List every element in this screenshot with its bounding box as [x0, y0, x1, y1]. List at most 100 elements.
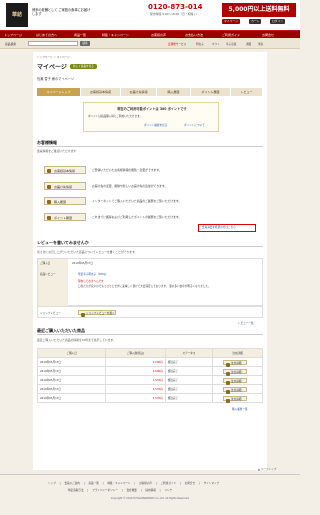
withdraw-link[interactable]: 会員退会を希望の方はこちら	[198, 224, 256, 232]
section-divider	[37, 146, 263, 147]
point-history-button[interactable]: ポイント履歴	[44, 213, 86, 221]
order-status: 発送完了	[164, 384, 214, 394]
purchase-date-label: ご購入日	[40, 262, 51, 265]
search-input[interactable]	[28, 41, 78, 46]
footer-link[interactable]: プライバシーポリシー	[92, 489, 118, 492]
shop-review-label: ショップレビュー	[40, 312, 61, 315]
basic-info-desc: ご登録いただいたお客様情報の閲覧・変更ができます。	[92, 168, 162, 172]
search-label: 商品検索	[5, 42, 17, 46]
page-top-link[interactable]: ▲ ページトップ	[258, 467, 276, 471]
info-lead: 会員情報をご確認いただけます	[37, 149, 77, 153]
order-status: 発送完了	[164, 393, 214, 403]
points-about-link[interactable]: ポイントについて	[184, 123, 205, 127]
tab-delivery[interactable]: お届け先情報	[121, 88, 157, 96]
copyright: Copyright © 2010 FUTAGONAMIKIDS Co.,Ltd.…	[110, 497, 190, 500]
header-link[interactable]: ギフト	[212, 42, 220, 46]
footer-link[interactable]: 特集・キャンペーン	[107, 482, 130, 485]
header-link[interactable]: 博多	[258, 42, 263, 46]
order-amount: 1,570円	[105, 375, 166, 385]
tab-history[interactable]: 購入履歴	[157, 88, 191, 96]
review-table: ご購入日 2010年05月17日 商品レビュー 華結辛子明太子（300g） 現在…	[37, 258, 263, 307]
col-detail: 注文詳細	[212, 348, 263, 358]
review-product-link[interactable]: 華結辛子明太子（300g）	[78, 272, 108, 276]
footer-link[interactable]: お客様の声	[139, 482, 152, 485]
points-notice-text: ポイントは商品購入時にご利用いただけます。	[88, 115, 143, 118]
tab-review[interactable]: レビュー	[231, 88, 263, 96]
product-review-label: 商品レビュー	[40, 273, 56, 276]
purchase-date: 2010年05月17日	[72, 262, 93, 265]
footer-link[interactable]: トップ	[48, 482, 56, 485]
points-notice: 現在のご利用可能ポイントは 300 ポイントです ポイントは商品購入時にご利用い…	[83, 102, 219, 132]
footer-links-row2: 特定商取引法 | プライバシーポリシー | 会社概要 | 採用情報 | リンク	[68, 489, 173, 492]
footer-link[interactable]: ご利用ガイド	[161, 482, 177, 485]
mypage-button[interactable]: マイページ	[222, 19, 240, 24]
free-shipping-banner[interactable]: 5,000円以上送料無料	[222, 3, 296, 17]
points-history-link[interactable]: ポイント履歴を見る	[144, 123, 167, 127]
user-greeting: 長瀬 雪子 様のマイページ	[37, 77, 75, 81]
orders-header-row: ご購入日 ご購入額(税込) ステータス 注文詳細	[36, 348, 263, 358]
col-amount: ご購入額(税込)	[105, 348, 166, 358]
table-row: 2010年05月17日 1,570円 発送完了 注文詳細	[36, 384, 263, 394]
order-detail-button[interactable]: 注文詳細	[223, 387, 247, 394]
points-notice-title: 現在のご利用可能ポイントは 300 ポイントです	[117, 107, 187, 111]
tab-mypage-top[interactable]: マイページトップ	[37, 88, 81, 96]
order-status: 発送完了	[164, 357, 214, 367]
site-logo[interactable]: 華結	[6, 3, 28, 27]
login-button[interactable]: ログイン	[270, 19, 286, 24]
order-date: 2010年05月17日	[36, 375, 107, 385]
header-link[interactable]: 辛子高菜	[226, 42, 236, 46]
site-header: 華結 博多の老舗として ご家庭の食卓にお届けします 0120-873-014 受…	[0, 0, 300, 30]
table-row: 2010年05月17日 3,600円 発送完了 注文詳細	[36, 366, 263, 376]
tab-basic-info[interactable]: お客様基本情報	[81, 88, 121, 96]
footer-links-row1: トップ | 会員のご案内 | 商品一覧 | 特集・キャンペーン | お客様の声 …	[48, 482, 220, 485]
global-nav: トップページ はじめての方へ 商品一覧 特集・キャンペーン お客様の声 お支払い…	[0, 30, 300, 38]
footer-link[interactable]: 採用情報	[145, 489, 155, 492]
delivery-info-desc: お届け先の変更、削除や新しいお届け先の追加ができます。	[92, 184, 168, 188]
mypage-tabs: マイページトップ お客様基本情報 お届け先情報 購入履歴 ポイント履歴 レビュー	[37, 88, 263, 96]
table-row: 2010年05月17日 1,000円 発送完了 注文詳細	[36, 357, 263, 367]
order-status: 発送完了	[164, 366, 214, 376]
review-label-col	[38, 259, 68, 307]
table-row: 2010年05月17日 1,570円 発送完了 注文詳細	[36, 375, 263, 385]
shop-review-button[interactable]: ショップレビューを書く	[78, 310, 116, 317]
order-date: 2010年05月17日	[36, 384, 107, 394]
review-status: 現在しておまへんです	[78, 280, 104, 283]
header-link[interactable]: 明太子	[196, 42, 204, 46]
footer-link[interactable]: お問合せ	[185, 482, 195, 485]
purchase-history-link[interactable]: 購入履歴一覧	[232, 407, 248, 411]
order-amount: 1,000円	[105, 357, 166, 367]
delivery-info-button[interactable]: お届け先情報	[44, 182, 86, 190]
footer-link[interactable]: 会社概要	[127, 489, 137, 492]
footer-link[interactable]: 商品一覧	[88, 482, 98, 485]
order-status: 発送完了	[164, 375, 214, 385]
order-detail-button[interactable]: 注文詳細	[223, 369, 247, 376]
order-detail-button[interactable]: 注文詳細	[223, 360, 247, 367]
header-link[interactable]: 定期便サービス	[168, 42, 186, 46]
footer-link[interactable]: 会員のご案内	[64, 482, 80, 485]
col-status: ステータス	[164, 348, 214, 358]
basic-info-button[interactable]: お客様基本情報	[44, 166, 86, 174]
review-list-link[interactable]: レビュー一覧	[238, 321, 254, 325]
header-link[interactable]: 通販	[246, 42, 251, 46]
purchase-history-desc: インターネットでご購入いただいた商品のご履歴をご覧いただけます。	[92, 199, 182, 203]
cart-button[interactable]: カート	[249, 19, 262, 24]
footer-link[interactable]: 特定商取引法	[68, 489, 84, 492]
purchase-history-button[interactable]: 購入履歴	[44, 197, 86, 205]
page-title: マイページ	[37, 64, 67, 71]
order-detail-button[interactable]: 注文詳細	[223, 378, 247, 385]
order-amount: 1,570円	[105, 384, 166, 394]
shop-review-row: ショップレビュー ショップレビューを書く	[37, 306, 263, 318]
breadcrumb[interactable]: トップページ ＞ マイページ	[37, 55, 70, 59]
footer-link[interactable]: リンク	[164, 489, 172, 492]
order-amount: 3,600円	[105, 366, 166, 376]
review-body: 口当たりが良いのでもっさりとせずに美味しく頂けて大変満足しております。 量の多い…	[78, 285, 211, 288]
tab-points[interactable]: ポイント履歴	[191, 88, 231, 96]
section-divider	[37, 334, 263, 335]
point-history-desc: これまでに獲得およびご利用したポイントの履歴をご覧いただけます。	[92, 215, 182, 219]
search-button[interactable]: 検索	[80, 41, 90, 46]
order-date: 2010年05月17日	[36, 357, 107, 367]
new-products-badge[interactable]: 新しく商品を見る	[70, 64, 97, 69]
order-detail-button[interactable]: 注文詳細	[223, 396, 247, 403]
footer-link[interactable]: サイトマップ	[204, 482, 220, 485]
site-tagline: 博多の老舗として ご家庭の食卓にお届けします	[32, 8, 91, 17]
